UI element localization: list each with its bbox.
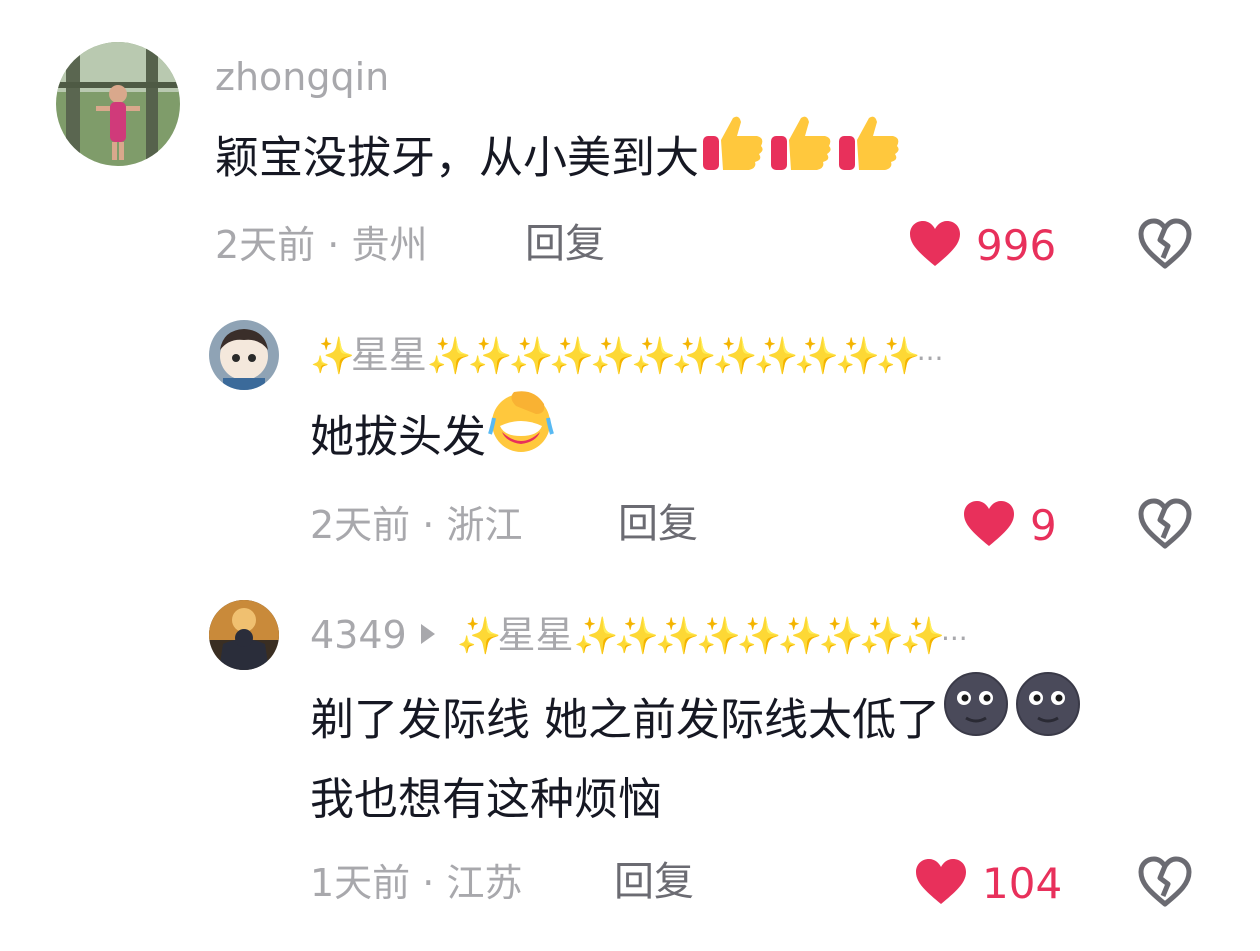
comment-location: 江苏: [446, 861, 523, 905]
heart-icon: [914, 858, 968, 909]
comment-text-line1: 剃了发际线 她之前发际线太低了: [310, 694, 940, 746]
username-text: 4349: [310, 613, 407, 657]
comment-text-content: 颖宝没拔牙，从小美到大: [215, 132, 699, 184]
comment-text: 剃了发际线 她之前发际线太低了: [310, 672, 1084, 769]
username-ellipsis: ···: [940, 622, 968, 655]
heart-icon: [908, 220, 962, 271]
broken-heart-icon: [1138, 856, 1192, 907]
thumbs-up-icon: [699, 110, 767, 199]
sparkle-decor: ✨✨✨✨✨✨✨✨✨✨✨✨: [426, 336, 921, 377]
username-text: 星星: [350, 333, 427, 377]
like-button[interactable]: 996: [908, 220, 1056, 271]
reply-button[interactable]: 回复: [618, 504, 698, 544]
dislike-button[interactable]: [1137, 218, 1193, 270]
comment-item: zhongqin 颖宝没拔牙，从小美到大 2天前 · 贵州 回复 996: [0, 0, 1260, 300]
comment-text-line2: 我也想有这种烦恼: [310, 774, 662, 825]
comment-meta: 1天前 · 江苏: [310, 864, 522, 902]
reply-button[interactable]: 回复: [614, 862, 694, 902]
sparkle-decor: ✨✨✨✨✨✨✨✨✨: [573, 616, 945, 657]
avatar[interactable]: [56, 42, 180, 166]
comment-time: 1天前: [310, 861, 411, 905]
comment-meta: 2天前 · 贵州: [215, 226, 427, 264]
like-button[interactable]: 9: [962, 500, 1057, 551]
reply-button[interactable]: 回复: [525, 224, 605, 264]
avatar[interactable]: [209, 600, 279, 670]
broken-heart-icon: [1138, 498, 1192, 549]
reply-arrow-icon: [420, 623, 435, 644]
broken-heart-icon: [1138, 218, 1192, 269]
dislike-button[interactable]: [1137, 498, 1193, 550]
heart-icon: [962, 500, 1016, 551]
meta-separator: ·: [422, 503, 435, 547]
sparkle-icon: ✨: [456, 616, 502, 657]
dislike-button[interactable]: [1137, 856, 1193, 908]
username[interactable]: ✨星星✨✨✨✨✨✨✨✨✨✨✨✨···: [310, 336, 943, 375]
face-palm-crying-icon: [486, 388, 556, 479]
like-button[interactable]: 104: [914, 858, 1062, 909]
thumbs-up-icon: [835, 110, 903, 199]
comment-meta: 2天前 · 浙江: [310, 506, 522, 544]
like-count: 104: [982, 858, 1063, 908]
thumbs-up-icon: [767, 110, 835, 199]
sparkle-icon: ✨: [310, 336, 355, 377]
new-moon-face-icon: [1012, 670, 1084, 763]
comment-location: 贵州: [351, 223, 428, 267]
comment-text-content: 她拔头发: [310, 411, 486, 463]
like-count: 996: [976, 220, 1057, 270]
comment-time: 2天前: [215, 223, 316, 267]
comment-location: 浙江: [446, 503, 523, 547]
reply-item: 4349 ✨星星✨✨✨✨✨✨✨✨✨··· 剃了发际线 她之前发际线太低了 我也想有…: [0, 590, 1260, 951]
like-count: 9: [1030, 500, 1057, 550]
comment-text: 她拔头发: [310, 391, 556, 485]
username[interactable]: 4349 ✨星星✨✨✨✨✨✨✨✨✨···: [310, 616, 968, 655]
username[interactable]: zhongqin: [215, 58, 389, 96]
comment-time: 2天前: [310, 503, 411, 547]
comment-text: 颖宝没拔牙，从小美到大: [215, 116, 903, 205]
meta-separator: ·: [422, 861, 435, 905]
new-moon-face-icon: [940, 670, 1012, 763]
avatar[interactable]: [209, 320, 279, 390]
reply-item: ✨星星✨✨✨✨✨✨✨✨✨✨✨✨··· 她拔头发 2天前 · 浙江 回复 9: [0, 300, 1260, 590]
reply-to-username: 星星: [497, 613, 574, 657]
meta-separator: ·: [327, 223, 340, 267]
username-ellipsis: ···: [916, 342, 944, 375]
